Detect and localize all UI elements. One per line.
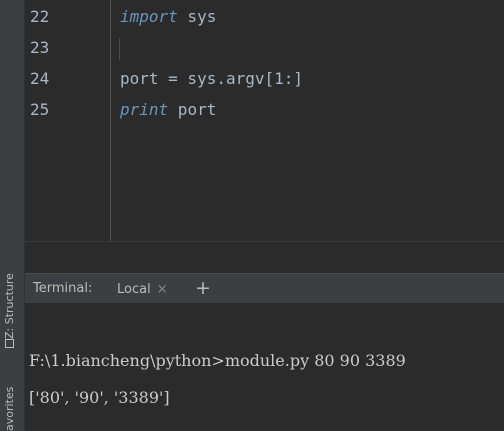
code-text: port = sys.argv[1:] — [120, 69, 304, 88]
code-line[interactable]: 23 — [25, 32, 504, 63]
terminal-title: Terminal: — [33, 281, 93, 296]
code-line[interactable]: 22 import sys — [25, 1, 504, 32]
structure-tab-label: Z: Structure — [3, 273, 16, 339]
code-keyword: import — [120, 7, 178, 26]
add-terminal-icon[interactable]: + — [195, 277, 211, 299]
tab-local[interactable]: Local × — [105, 274, 180, 304]
line-number: 25 — [30, 100, 50, 119]
code-editor[interactable]: 22 import sys 23 24 port = sys.argv[1:] … — [25, 0, 504, 241]
code-text: print port — [120, 94, 216, 125]
code-text: import sys — [120, 1, 216, 32]
favorites-tab-label: avorites — [3, 386, 16, 431]
line-number: 23 — [30, 38, 50, 57]
terminal-line: F:\1.biancheng\python>module.py 80 90 33… — [29, 351, 406, 370]
code-line[interactable]: 25 print port — [25, 94, 504, 125]
code-rest: port — [168, 100, 217, 119]
terminal-output[interactable]: F:\1.biancheng\python>module.py 80 90 33… — [25, 303, 504, 431]
structure-tool-tab[interactable]: Z: Structure — [3, 262, 16, 352]
terminal-toolbar: Terminal: Local × + — [25, 273, 504, 304]
favorites-tool-tab[interactable]: avorites — [3, 384, 16, 431]
line-number: 24 — [30, 69, 50, 88]
tab-local-label: Local — [117, 281, 151, 297]
editor-terminal-divider[interactable] — [25, 241, 504, 274]
terminal-line: ['80', '90', '3389'] — [29, 388, 170, 407]
code-rest: sys — [177, 7, 217, 26]
left-tool-strip: Z: Structure avorites — [0, 0, 25, 431]
structure-icon — [5, 339, 14, 348]
line-number: 22 — [30, 7, 50, 26]
code-keyword: print — [120, 100, 169, 119]
code-line[interactable]: 24 port = sys.argv[1:] — [25, 63, 504, 94]
close-icon[interactable]: × — [157, 282, 168, 297]
caret-guide — [119, 38, 120, 60]
